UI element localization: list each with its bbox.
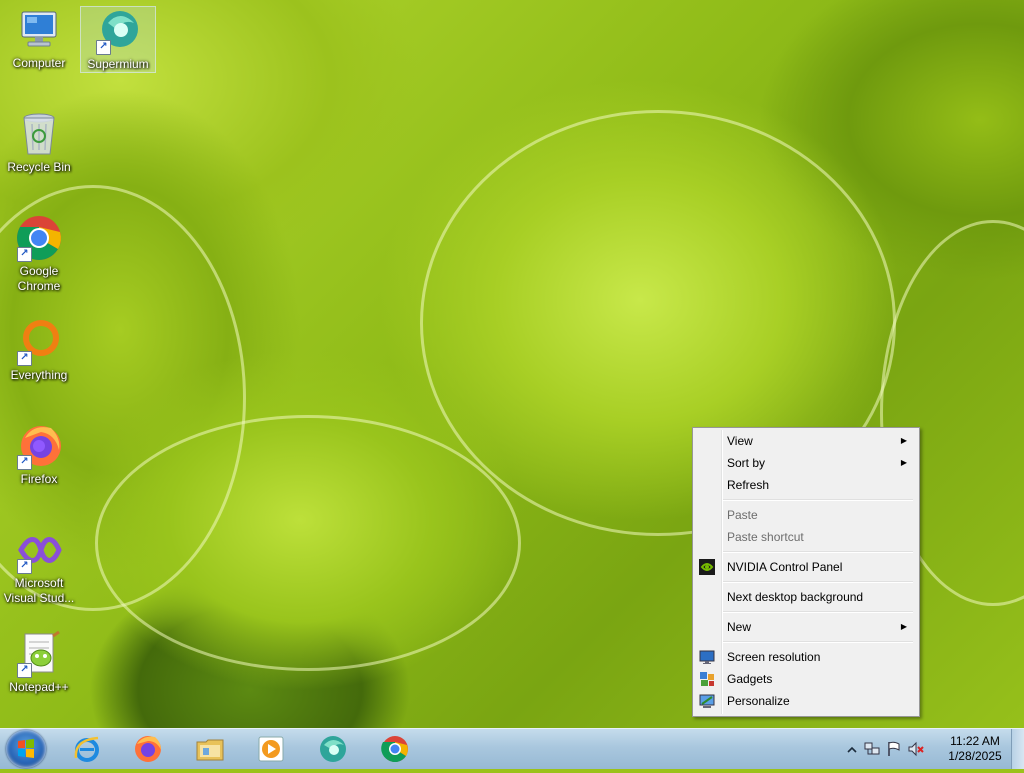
menu-item-label: Paste [727,508,758,522]
menu-item-label: Refresh [727,478,770,492]
desktop-icon-label: Notepad++ [9,680,69,694]
menu-item-label: View [727,434,753,448]
action-center-flag-icon[interactable] [886,741,902,757]
submenu-arrow-icon: ▶ [900,458,907,467]
taskbar-file-explorer[interactable] [183,732,237,766]
shortcut-arrow-icon: ↗ [17,247,32,262]
taskbar: 11:22 AM 1/28/2025 [0,728,1024,769]
supermium-icon [318,734,348,764]
menu-separator [723,641,913,643]
desktop-icon-computer[interactable]: Computer [2,6,76,71]
visual-studio-icon: ↗ [15,526,63,574]
desktop[interactable]: Computer ↗ Supermium Recycle Bin ↗ Googl… [0,0,1024,728]
media-player-icon [256,734,286,764]
clock-date: 1/28/2025 [948,749,1002,763]
menu-item-paste[interactable]: Paste [695,504,915,526]
firefox-icon: ↗ [15,422,63,470]
desktop-icon-notepadpp[interactable]: ↗ Notepad++ [2,630,76,695]
menu-item-label: Next desktop background [727,590,864,604]
clock-time: 11:22 AM [950,734,1000,748]
everything-icon: ↗ [15,318,63,366]
desktop-icon-label: Firefox [20,472,58,486]
desktop-icon-visual-studio[interactable]: ↗ Microsoft Visual Stud... [2,526,76,606]
menu-item-new[interactable]: New ▶ [695,616,915,638]
desktop-icon-everything[interactable]: ↗ Everything [2,318,76,383]
shortcut-arrow-icon: ↗ [17,455,32,470]
desktop-icon-firefox[interactable]: ↗ Firefox [2,422,76,487]
desktop-icon-recycle-bin[interactable]: Recycle Bin [2,110,76,175]
volume-muted-icon[interactable] [908,741,924,757]
submenu-arrow-icon: ▶ [900,622,907,631]
menu-item-view[interactable]: View ▶ [695,430,915,452]
menu-item-sort-by[interactable]: Sort by ▶ [695,452,915,474]
shortcut-arrow-icon: ↗ [17,663,32,678]
menu-item-paste-shortcut[interactable]: Paste shortcut [695,526,915,548]
desktop-icon-label: Recycle Bin [7,160,71,174]
menu-item-refresh[interactable]: Refresh [695,474,915,496]
menu-item-label: New [727,620,752,634]
internet-explorer-icon [72,734,102,764]
network-icon[interactable] [864,741,880,757]
show-hidden-icons-chevron[interactable] [844,742,860,758]
show-desktop-button[interactable] [1011,729,1024,769]
menu-separator [723,551,913,553]
desktop-icon-label: Supermium [87,57,149,71]
desktop-icon-google-chrome[interactable]: ↗ Google Chrome [2,214,76,294]
menu-item-label: Paste shortcut [727,530,804,544]
desktop-icon-label: Everything [10,368,68,382]
menu-item-screen-resolution[interactable]: Screen resolution [695,646,915,668]
menu-separator [723,581,913,583]
menu-separator [723,499,913,501]
desktop-context-menu: View ▶ Sort by ▶ Refresh Paste Paste sho… [692,427,920,717]
menu-item-next-desktop-background[interactable]: Next desktop background [695,586,915,608]
menu-item-label: Gadgets [727,672,773,686]
menu-item-label: Personalize [727,694,790,708]
taskbar-firefox[interactable] [121,732,175,766]
recycle-bin-icon [15,110,63,158]
shortcut-arrow-icon: ↗ [96,40,111,55]
file-explorer-icon [195,734,225,764]
submenu-arrow-icon: ▶ [900,436,907,445]
notification-area: 11:22 AM 1/28/2025 [840,729,1024,769]
nvidia-icon [699,559,715,575]
notepadpp-icon: ↗ [15,630,63,678]
menu-separator [723,611,913,613]
taskbar-chrome[interactable] [368,732,422,766]
computer-icon [15,6,63,54]
menu-item-personalize[interactable]: Personalize [695,690,915,712]
desktop-icon-supermium[interactable]: ↗ Supermium [80,6,156,73]
menu-item-label: Screen resolution [727,650,821,664]
shortcut-arrow-icon: ↗ [17,559,32,574]
menu-item-gadgets[interactable]: Gadgets [695,668,915,690]
personalize-icon [699,693,715,709]
menu-item-label: Sort by [727,456,766,470]
monitor-icon [699,649,715,665]
taskbar-media-player[interactable] [244,732,298,766]
chrome-icon: ↗ [15,214,63,262]
desktop-icon-label: Google Chrome [17,264,61,293]
shortcut-arrow-icon: ↗ [17,351,32,366]
chrome-icon [380,734,410,764]
menu-item-nvidia-control-panel[interactable]: NVIDIA Control Panel [695,556,915,578]
start-orb-icon[interactable] [6,730,46,768]
gadgets-icon [699,671,715,687]
taskbar-supermium[interactable] [306,732,360,766]
taskbar-internet-explorer[interactable] [60,732,114,766]
supermium-icon: ↗ [94,7,142,55]
menu-item-label: NVIDIA Control Panel [727,560,843,574]
system-clock[interactable]: 11:22 AM 1/28/2025 [942,734,1008,764]
desktop-icon-label: Computer [12,56,66,70]
desktop-icon-label: Microsoft Visual Stud... [3,576,75,605]
firefox-icon [133,734,163,764]
